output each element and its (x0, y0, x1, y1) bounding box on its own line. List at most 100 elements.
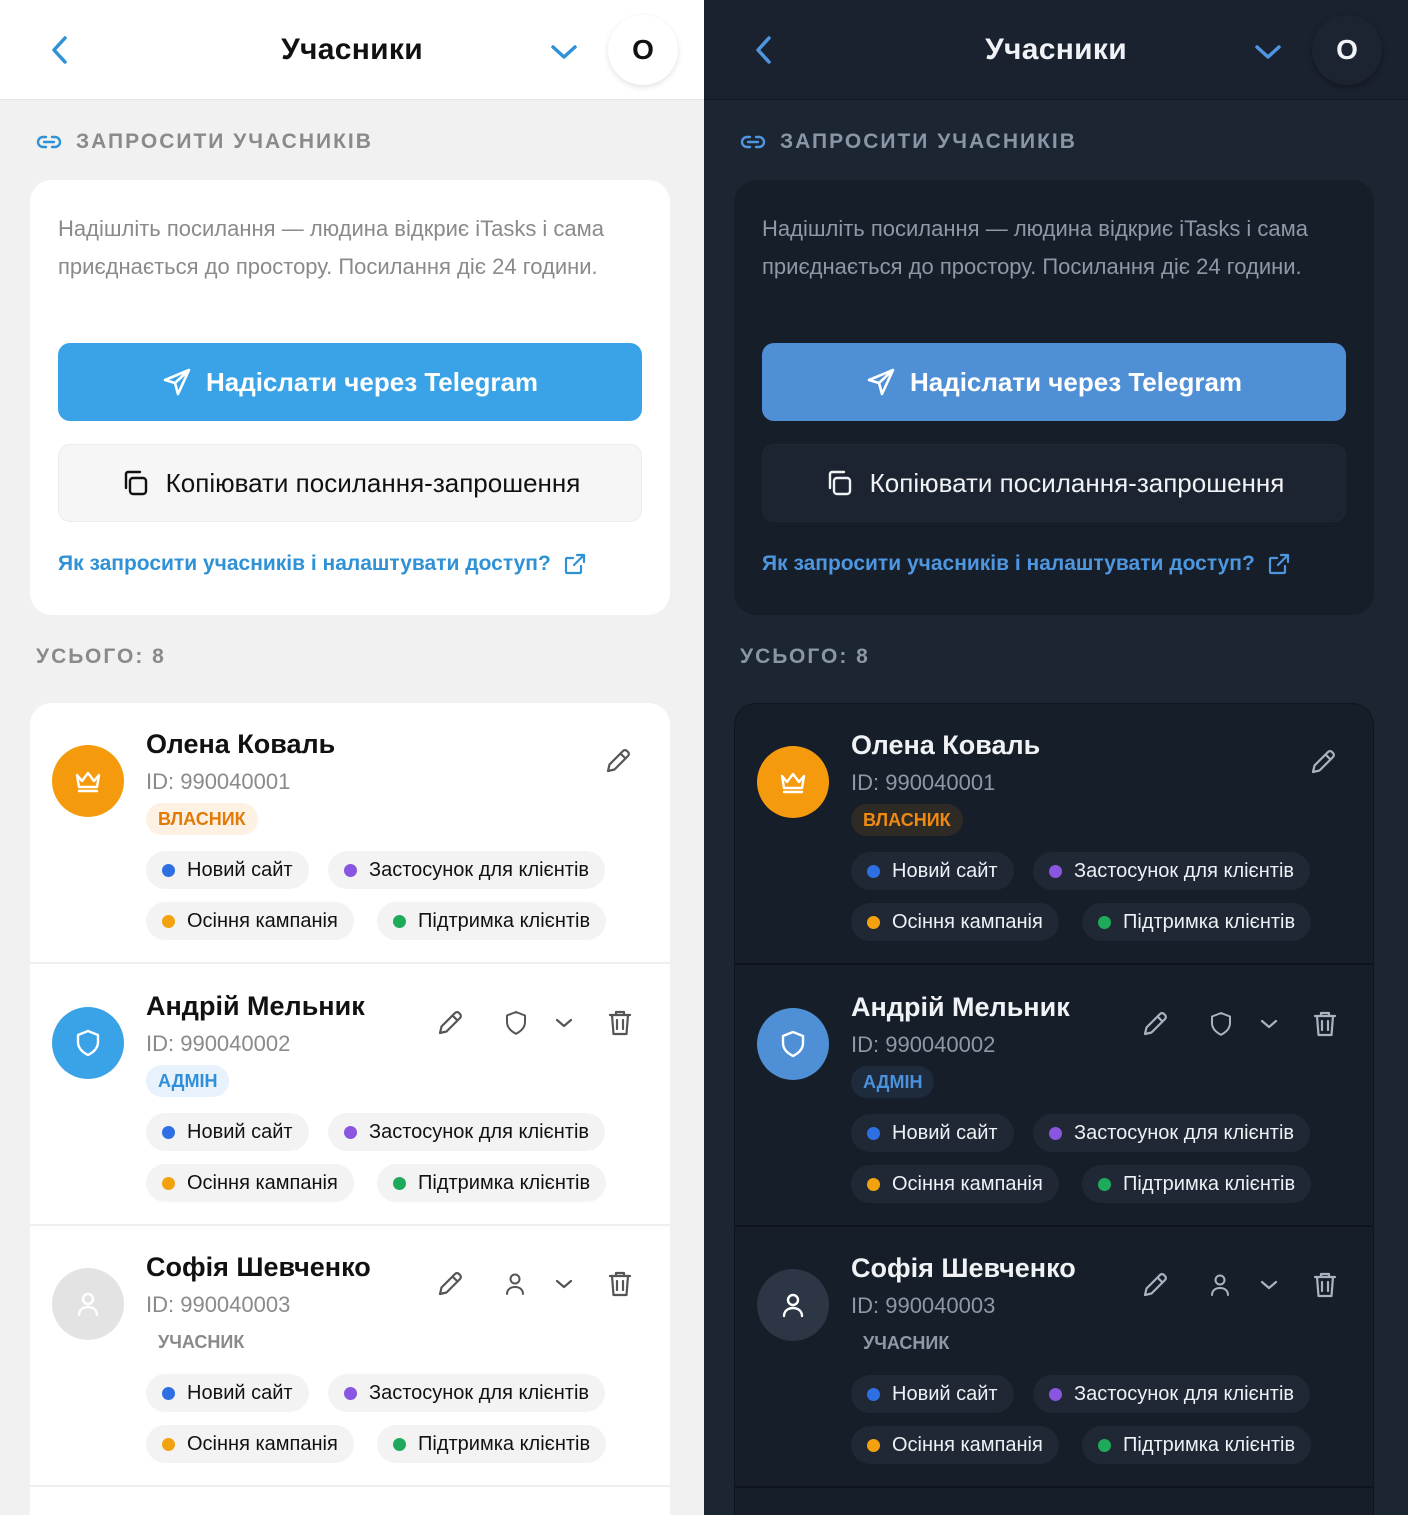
member-avatar-member (52, 1268, 124, 1340)
member-row: Олена Коваль ID: 990040001 ВЛАСНИК Новий… (30, 703, 670, 964)
member-id: ID: 990040001 (146, 769, 291, 794)
link-icon (740, 135, 766, 149)
project-tag: Застосунок для клієнтів (1033, 1375, 1311, 1413)
member-id: ID: 990040003 (851, 1293, 996, 1318)
project-tag: Підтримка клієнтів (1082, 903, 1312, 941)
delete-member-button[interactable] (1303, 1002, 1347, 1046)
chevron-down-icon (1260, 1280, 1278, 1290)
pencil-icon (438, 1011, 462, 1035)
member-id: ID: 990040002 (851, 1032, 996, 1057)
invite-section-label-text: ЗАПРОСИТИ УЧАСНИКІВ (76, 130, 373, 153)
send-telegram-label: Надіслати через Telegram (205, 366, 539, 397)
delete-member-button[interactable] (598, 1001, 642, 1045)
role-badge-member: УЧАСНИК (863, 1333, 950, 1353)
shield-icon (1211, 1012, 1231, 1036)
role-badge-owner: ВЛАСНИК (146, 803, 258, 835)
member-name: Олена Коваль (851, 730, 1041, 760)
send-telegram-button[interactable]: Надіслати через Telegram (58, 343, 642, 421)
light-theme-panel: Учасники O ЗАПРОСИТИ УЧАСНИКІВ Надішліть… (0, 0, 704, 1515)
members-total-label: УСЬОГО: 8 (36, 645, 166, 668)
role-select[interactable] (1209, 1263, 1279, 1307)
edit-member-button[interactable] (1301, 740, 1345, 784)
edit-member-button[interactable] (596, 739, 640, 783)
user-icon (782, 1293, 804, 1318)
member-avatar-admin (52, 1007, 124, 1079)
project-tag: Осіння кампанія (851, 1165, 1059, 1203)
invite-help-link[interactable]: Як запросити учасників і налаштувати дос… (762, 552, 1291, 576)
header: Учасники O (0, 0, 704, 100)
project-tag: Осіння кампанія (851, 1426, 1059, 1464)
invite-help-link-text: Як запросити учасників і налаштувати дос… (762, 552, 1255, 575)
member-avatar-owner (757, 746, 829, 818)
copy-invite-link-button[interactable]: Копіювати посилання-запрошення (58, 444, 642, 522)
profile-avatar-button[interactable]: O (1312, 15, 1382, 85)
project-tag: Підтримка клієнтів (1082, 1165, 1312, 1203)
role-select[interactable] (1209, 1002, 1279, 1046)
send-telegram-button[interactable]: Надіслати через Telegram (762, 343, 1346, 421)
shield-icon (76, 1029, 100, 1057)
project-tag: Новий сайт (851, 1114, 1014, 1152)
delete-member-button[interactable] (1303, 1263, 1347, 1307)
edit-member-button[interactable] (1133, 1002, 1177, 1046)
project-tag: Осіння кампанія (146, 1164, 354, 1202)
copy-icon (124, 470, 147, 496)
member-row: Олена Коваль ID: 990040001 ВЛАСНИК Новий… (735, 704, 1373, 965)
edit-member-button[interactable] (428, 1262, 472, 1306)
member-avatar-owner (52, 745, 124, 817)
delete-member-button[interactable] (598, 1262, 642, 1306)
invite-description: Надішліть посилання — людина відкриє iTa… (58, 216, 605, 279)
project-tag: Застосунок для клієнтів (328, 851, 606, 889)
workspace-dropdown-button[interactable] (1248, 32, 1288, 72)
project-tag: Застосунок для клієнтів (328, 1113, 606, 1151)
members-list: Олена Коваль ID: 990040001 ВЛАСНИК Новий… (30, 703, 670, 1515)
project-tag: Підтримка клієнтів (377, 1164, 607, 1202)
chevron-down-icon (555, 1018, 573, 1028)
member-name: Софія Шевченко (851, 1253, 1076, 1283)
send-telegram-label: Надіслати через Telegram (909, 366, 1243, 397)
role-badge-admin: АДМІН (146, 1065, 230, 1097)
invite-card: Надішліть посилання — людина відкриє iTa… (734, 180, 1374, 615)
member-row: Софія Шевченко ID: 990040003 УЧАСНИК Нов… (735, 1227, 1373, 1488)
member-name: Андрій Мельник (146, 991, 365, 1021)
edit-member-button[interactable] (428, 1001, 472, 1045)
member-row: Андрій Мельник ID: 990040002 АДМІН Новий… (735, 966, 1373, 1227)
user-icon (77, 1292, 99, 1317)
project-tag: Новий сайт (146, 851, 309, 889)
edit-member-button[interactable] (1133, 1263, 1177, 1307)
invite-section-label-text: ЗАПРОСИТИ УЧАСНИКІВ (780, 130, 1077, 153)
shield-icon (781, 1030, 805, 1058)
project-tag: Підтримка клієнтів (1082, 1426, 1312, 1464)
role-select[interactable] (504, 1262, 574, 1306)
trash-icon (608, 1010, 632, 1036)
project-tag: Застосунок для клієнтів (328, 1374, 606, 1412)
copy-icon (828, 470, 851, 496)
project-tag: Застосунок для клієнтів (1033, 1114, 1311, 1152)
member-row: Софія Шевченко ID: 990040003 УЧАСНИК Нов… (30, 1226, 670, 1487)
project-tag: Осіння кампанія (146, 1425, 354, 1463)
role-badge-admin: АДМІН (851, 1066, 935, 1098)
member-id: ID: 990040002 (146, 1031, 291, 1056)
pencil-icon (606, 749, 630, 773)
invite-help-link-text: Як запросити учасників і налаштувати дос… (58, 552, 551, 575)
member-name: Софія Шевченко (146, 1252, 371, 1282)
profile-avatar-button[interactable]: O (608, 15, 678, 85)
chevron-down-icon (551, 45, 577, 59)
page-title: Учасники (281, 33, 423, 66)
member-id: ID: 990040001 (851, 770, 996, 795)
invite-help-link[interactable]: Як запросити учасників і налаштувати дос… (58, 552, 587, 576)
project-tag: Новий сайт (146, 1113, 309, 1151)
copy-invite-link-label: Копіювати посилання-запрошення (869, 467, 1285, 498)
send-icon (867, 368, 895, 396)
workspace-dropdown-button[interactable] (544, 32, 584, 72)
copy-invite-link-button[interactable]: Копіювати посилання-запрошення (762, 444, 1346, 522)
members-list: Олена Коваль ID: 990040001 ВЛАСНИК Новий… (734, 703, 1374, 1515)
pencil-icon (1143, 1012, 1167, 1036)
chevron-down-icon (555, 1279, 573, 1289)
user-icon (1211, 1274, 1229, 1296)
invite-section-label: ЗАПРОСИТИ УЧАСНИКІВ (36, 130, 373, 154)
project-tag: Застосунок для клієнтів (1033, 852, 1311, 890)
role-badge-owner: ВЛАСНИК (851, 804, 963, 836)
project-tag: Підтримка клієнтів (377, 1425, 607, 1463)
header: Учасники O (704, 0, 1408, 100)
role-select[interactable] (504, 1001, 574, 1045)
